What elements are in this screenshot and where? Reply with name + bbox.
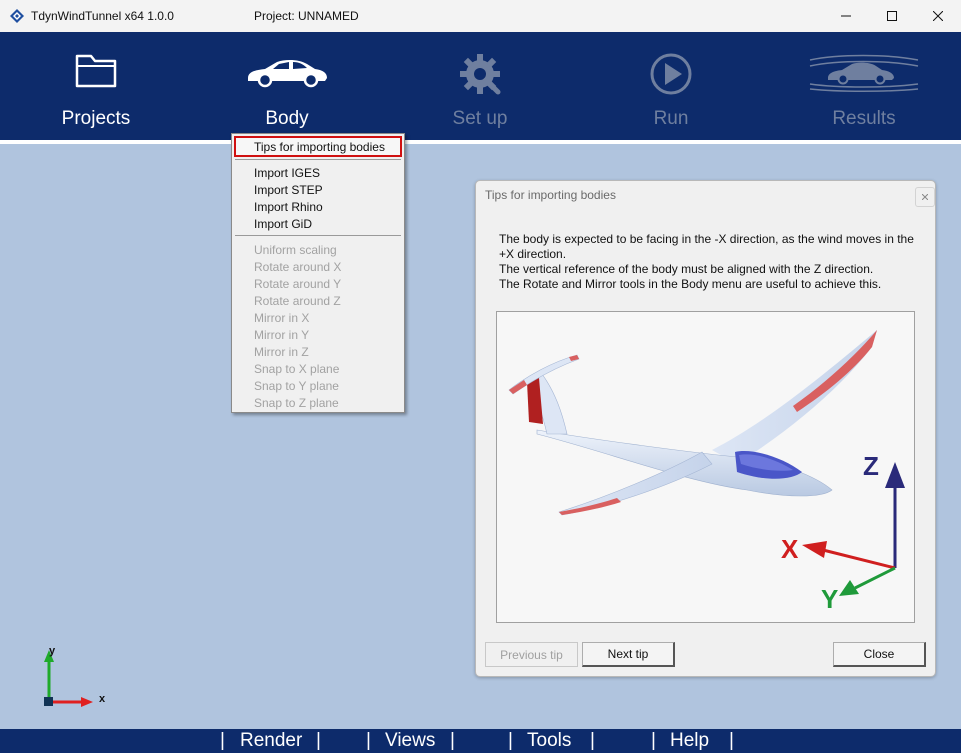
previous-tip-button[interactable]: Previous tip — [485, 642, 578, 667]
menu-separator — [235, 235, 401, 236]
body-dropdown-menu: Tips for importing bodies Import IGES Im… — [231, 133, 405, 413]
viewport-y-label: y — [49, 645, 56, 657]
menu-item-import-iges[interactable]: Import IGES — [254, 166, 320, 180]
tip-text-line: The body is expected to be facing in the… — [499, 232, 914, 246]
next-tip-button[interactable]: Next tip — [582, 642, 675, 667]
menu-item-import-gid[interactable]: Import GiD — [254, 217, 312, 231]
toolbar-label: Projects — [61, 108, 131, 129]
folder-icon — [75, 54, 117, 88]
menu-item-snap-y[interactable]: Snap to Y plane — [254, 379, 339, 393]
x-axis-label: X — [781, 534, 799, 564]
toolbar-run[interactable]: Run — [591, 32, 751, 140]
viewport-x-label: x — [99, 693, 106, 705]
close-dialog-button[interactable]: Close — [833, 642, 926, 667]
dialog-close-button[interactable] — [915, 187, 935, 207]
toolbar-body[interactable]: Body — [207, 32, 367, 140]
menu-item-tips-for-importing-bodies[interactable]: Tips for importing bodies — [254, 140, 385, 154]
toolbar-projects[interactable]: Projects — [16, 32, 176, 140]
menu-item-mirror-x[interactable]: Mirror in X — [254, 311, 309, 325]
bottom-menu-tools[interactable]: Tools — [527, 730, 571, 752]
bottom-menu-help[interactable]: Help — [670, 730, 709, 752]
menu-item-import-step[interactable]: Import STEP — [254, 183, 323, 197]
app-logo-icon — [10, 9, 24, 23]
close-window-button[interactable] — [915, 0, 961, 32]
toolbar-setup[interactable]: Set up — [400, 32, 560, 140]
bottom-menu-render[interactable]: Render — [240, 730, 302, 752]
menu-item-uniform-scaling[interactable]: Uniform scaling — [254, 243, 337, 257]
gear-wrench-icon — [460, 54, 501, 95]
bottom-menu-bar: | Render | | Views | | Tools | | Help | — [0, 729, 961, 753]
menu-separator: | — [590, 730, 595, 751]
menu-separator: | — [316, 730, 321, 751]
menu-item-rotate-z[interactable]: Rotate around Z — [254, 294, 341, 308]
title-bar: TdynWindTunnel x64 1.0.0 Project: UNNAME… — [0, 0, 961, 32]
app-title: TdynWindTunnel x64 1.0.0 — [31, 9, 174, 23]
project-title: Project: UNNAMED — [254, 9, 359, 23]
menu-item-mirror-y[interactable]: Mirror in Y — [254, 328, 309, 342]
z-axis-label: Z — [863, 451, 879, 481]
viewport-axes-widget: y x — [44, 645, 106, 707]
dialog-title: Tips for importing bodies — [485, 188, 616, 202]
maximize-icon — [887, 11, 897, 21]
tips-dialog: Tips for importing bodies The body is ex… — [475, 180, 936, 677]
menu-item-rotate-y[interactable]: Rotate around Y — [254, 277, 341, 291]
y-axis-label: Y — [821, 584, 838, 614]
glider-illustration: Z X Y — [508, 330, 905, 614]
menu-item-snap-x[interactable]: Snap to X plane — [254, 362, 339, 376]
close-icon — [933, 11, 943, 21]
menu-item-mirror-z[interactable]: Mirror in Z — [254, 345, 309, 359]
bottom-menu-views[interactable]: Views — [385, 730, 435, 752]
menu-separator: | — [508, 730, 513, 751]
menu-separator — [235, 159, 401, 160]
maximize-button[interactable] — [869, 0, 915, 32]
toolbar-label: Set up — [452, 108, 508, 129]
car-icon — [248, 59, 327, 88]
menu-separator: | — [220, 730, 225, 751]
menu-separator: | — [651, 730, 656, 751]
menu-separator: | — [729, 730, 734, 751]
menu-separator: | — [450, 730, 455, 751]
menu-item-rotate-x[interactable]: Rotate around X — [254, 260, 341, 274]
close-icon — [922, 194, 928, 200]
tip-text-line: The Rotate and Mirror tools in the Body … — [499, 277, 882, 291]
toolbar-results[interactable]: Results — [784, 32, 944, 140]
minimize-icon — [841, 15, 851, 17]
minimize-button[interactable] — [823, 0, 869, 32]
tip-text-line: The vertical reference of the body must … — [499, 262, 874, 276]
toolbar-label: Body — [265, 108, 309, 129]
tip-text-line: +X direction. — [499, 247, 567, 261]
toolbar-label: Results — [832, 108, 896, 129]
toolbar-divider — [0, 140, 961, 144]
play-icon — [650, 53, 692, 95]
toolbar-label: Run — [653, 108, 689, 129]
main-toolbar: Projects Body Set up Run Results — [0, 32, 961, 140]
glider-far-wing — [712, 330, 877, 464]
car-streamlines-icon — [809, 54, 919, 92]
menu-item-snap-z[interactable]: Snap to Z plane — [254, 396, 339, 410]
glider-orientation-image: Z X Y — [496, 311, 915, 623]
menu-item-import-rhino[interactable]: Import Rhino — [254, 200, 323, 214]
menu-separator: | — [366, 730, 371, 751]
